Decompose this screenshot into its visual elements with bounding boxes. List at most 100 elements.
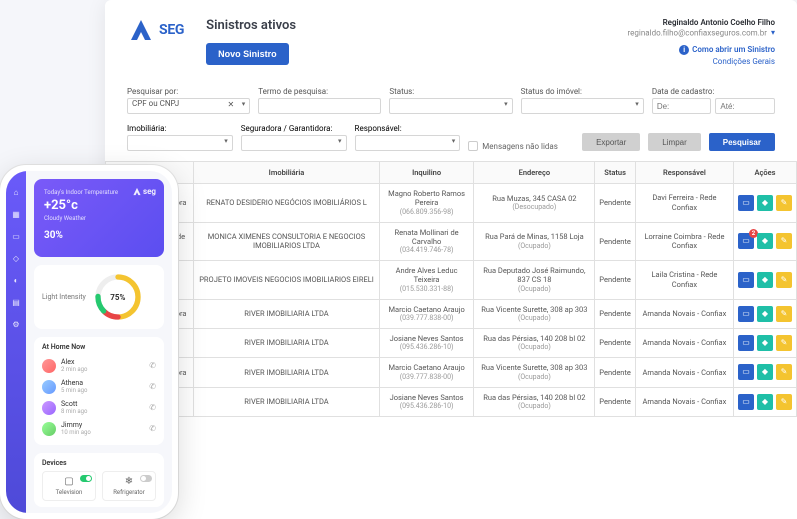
monitor-icon[interactable]: ▭: [11, 231, 21, 241]
phone-icon[interactable]: ✆: [149, 382, 156, 391]
cell-agency: PROJETO IMOVEIS NEGOCIOS IMOBILIARIOS EI…: [194, 261, 380, 300]
view-action-button[interactable]: ◆: [757, 394, 773, 410]
phone-icon[interactable]: ✆: [149, 361, 156, 370]
chat-action-button[interactable]: ▭: [738, 335, 754, 351]
responsible-select[interactable]: [355, 135, 461, 151]
chevron-down-icon: ▾: [771, 28, 775, 38]
export-button[interactable]: Exportar: [582, 133, 640, 151]
view-action-button[interactable]: ◆: [757, 272, 773, 288]
insurer-label: Seguradora / Garantidora:: [241, 124, 347, 133]
chat-action-button[interactable]: ▭2: [738, 233, 754, 249]
table-row: Porto Seguro TradicionalRIVER IMOBILIARI…: [106, 328, 797, 358]
chat-action-button[interactable]: ▭: [738, 306, 754, 322]
date-to-input[interactable]: [715, 98, 775, 114]
device-tile[interactable]: ▢Television: [42, 471, 96, 501]
shield-icon[interactable]: ◇: [11, 253, 21, 263]
search-by-label: Pesquisar por:: [127, 87, 250, 96]
cell-agency: RIVER IMOBILIARIA LTDA: [194, 358, 380, 387]
term-input[interactable]: [258, 98, 381, 114]
unread-checkbox[interactable]: Mensagens não lidas: [468, 141, 574, 151]
cell-address: Rua Vicente Surette, 308 ap 303(Ocupado): [474, 358, 595, 387]
gauge-value: 75%: [94, 273, 142, 321]
device-toggle[interactable]: [140, 475, 152, 482]
chat-action-button[interactable]: ▭: [738, 394, 754, 410]
cell-tenant: Josiane Neves Santos(095.436.286-10): [379, 387, 474, 417]
filter-row-1: Pesquisar por: CPF ou CNPJ ✕ Termo de pe…: [105, 81, 797, 120]
user-email: reginaldo.filho@confiaxseguros.com.br: [628, 29, 767, 38]
gauge-chart: 75%: [94, 273, 142, 321]
avatar: [42, 359, 56, 373]
chart-icon[interactable]: ▤: [11, 297, 21, 307]
cell-agency: RIVER IMOBILIARIA LTDA: [194, 299, 380, 328]
cell-actions: ▭◆✎: [733, 184, 796, 223]
sinistros-table: SeguradoraImobiliáriaInquilinoEndereçoSt…: [105, 161, 797, 417]
search-button[interactable]: Pesquisar: [709, 133, 775, 151]
person-row[interactable]: Scott8 min ago✆: [42, 397, 156, 418]
col-header: Endereço: [474, 162, 595, 184]
view-action-button[interactable]: ◆: [757, 306, 773, 322]
cell-agency: RENATO DESIDERIO NEGÓCIOS IMOBILIÁRIOS L: [194, 184, 380, 223]
edit-action-button[interactable]: ✎: [776, 233, 792, 249]
date-from-input[interactable]: [652, 98, 712, 114]
view-action-button[interactable]: ◆: [757, 195, 773, 211]
person-row[interactable]: Jimmy10 min ago✆: [42, 418, 156, 439]
status-select[interactable]: [389, 98, 512, 114]
view-action-button[interactable]: ◆: [757, 233, 773, 249]
avatar: [42, 401, 56, 415]
date-label: Data de cadastro:: [652, 87, 775, 96]
device-name: Refrigerator: [107, 489, 151, 496]
phone-icon[interactable]: ✆: [149, 424, 156, 433]
new-sinistro-button[interactable]: Novo Sinistro: [206, 43, 289, 65]
desktop-window: SEG Sinistros ativos Novo Sinistro Regin…: [105, 0, 797, 519]
edit-action-button[interactable]: ✎: [776, 272, 792, 288]
filter-row-2: Imobiliária: Seguradora / Garantidora: R…: [105, 120, 797, 161]
cell-status: Pendente: [595, 184, 636, 223]
clear-button[interactable]: Limpar: [648, 133, 700, 151]
cell-responsible: Amanda Novais - Confiax: [635, 387, 733, 417]
humidity-value: 30%: [44, 230, 154, 241]
cell-status: Pendente: [595, 222, 636, 261]
clear-search-by-icon[interactable]: ✕: [228, 100, 235, 109]
person-row[interactable]: Alex2 min ago ✆: [42, 355, 156, 376]
user-menu[interactable]: Reginaldo Antonio Coelho Filho reginaldo…: [628, 18, 775, 39]
chat-action-button[interactable]: ▭: [738, 272, 754, 288]
term-label: Termo de pesquisa:: [258, 87, 381, 96]
view-action-button[interactable]: ◆: [757, 335, 773, 351]
how-to-open-link[interactable]: Como abrir um Sinistro: [692, 45, 775, 54]
page-title: Sinistros ativos: [206, 18, 296, 33]
humidity-label: Cloudy Weather: [44, 215, 154, 222]
bulb-icon[interactable]: ◐: [11, 275, 21, 285]
phone-icon[interactable]: ✆: [149, 403, 156, 412]
person-name: Alex2 min ago: [61, 358, 144, 373]
view-action-button[interactable]: ◆: [757, 364, 773, 380]
cell-actions: ▭◆✎: [733, 358, 796, 387]
insurer-select[interactable]: [241, 135, 347, 151]
grid-icon[interactable]: ▦: [11, 209, 21, 219]
person-row[interactable]: Athena5 min ago✆: [42, 376, 156, 397]
people-card: At Home Now Alex2 min ago✆Athena5 min ag…: [34, 337, 164, 445]
conditions-link[interactable]: Condições Gerais: [628, 57, 775, 66]
table-row: Garanti Sociedade de FiançaMONICA XIMENE…: [106, 222, 797, 261]
cell-responsible: Amanda Novais - Confiax: [635, 299, 733, 328]
device-toggle[interactable]: [80, 475, 92, 482]
cell-status: Pendente: [595, 387, 636, 417]
settings-icon[interactable]: ⚙: [11, 319, 21, 329]
edit-action-button[interactable]: ✎: [776, 364, 792, 380]
chat-action-button[interactable]: ▭: [738, 364, 754, 380]
home-icon[interactable]: ⌂: [11, 187, 21, 197]
cell-responsible: Amanda Novais - Confiax: [635, 328, 733, 358]
edit-action-button[interactable]: ✎: [776, 195, 792, 211]
chat-action-button[interactable]: ▭: [738, 195, 754, 211]
unread-label: Mensagens não lidas: [482, 142, 558, 151]
agency-select[interactable]: [127, 135, 233, 151]
edit-action-button[interactable]: ✎: [776, 306, 792, 322]
cell-status: Pendente: [595, 261, 636, 300]
device-tile[interactable]: ❄Refrigerator: [102, 471, 156, 501]
property-status-select[interactable]: [521, 98, 644, 114]
cell-responsible: Amanda Novais - Confiax: [635, 358, 733, 387]
edit-action-button[interactable]: ✎: [776, 335, 792, 351]
temp-label: Today's Indoor Temperature: [44, 189, 154, 196]
edit-action-button[interactable]: ✎: [776, 394, 792, 410]
logo-icon: [127, 18, 155, 42]
cell-agency: RIVER IMOBILIARIA LTDA: [194, 387, 380, 417]
